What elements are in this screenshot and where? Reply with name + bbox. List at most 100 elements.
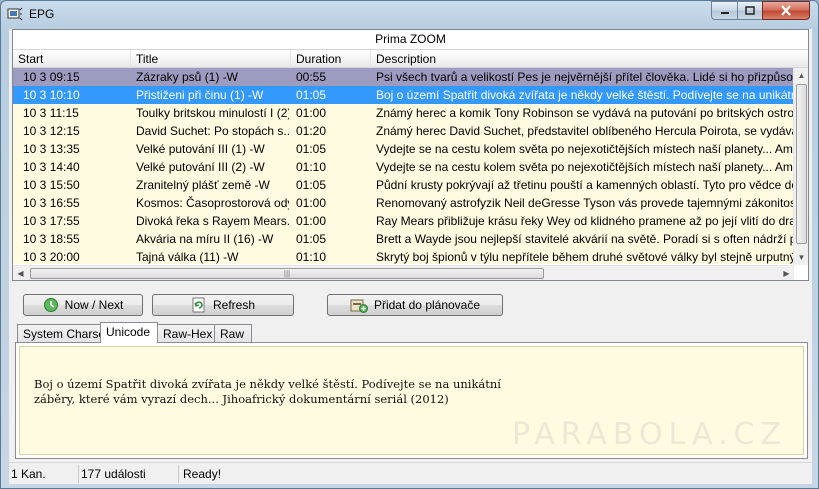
watermark: PARABOLA.CZ <box>512 417 787 452</box>
window-title: EPG <box>29 7 55 21</box>
cell-description: Ray Mears přibližuje krásu řeky Wey od k… <box>376 214 794 228</box>
table-row[interactable]: 10 3 17:55 Divoká řeka s Rayem Mears... 01… <box>13 212 794 230</box>
add-to-planner-label: Přidat do plánovače <box>373 298 481 312</box>
cell-duration: 01:00 <box>296 214 327 228</box>
status-channels: 1 Kan. <box>9 465 79 483</box>
vertical-scrollbar[interactable]: ▲ ▼ <box>793 68 808 265</box>
table-row[interactable]: 10 3 14:40 Velké putování III (2) -W 01:10… <box>13 158 794 176</box>
channel-header: Prima ZOOM <box>13 30 808 49</box>
cell-start: 10 3 16:55 <box>23 196 80 210</box>
cell-start: 10 3 13:35 <box>23 142 80 156</box>
cell-duration: 01:10 <box>296 250 327 264</box>
refresh-icon <box>192 297 205 313</box>
status-message: Ready! <box>183 467 222 481</box>
cell-duration: 01:05 <box>296 88 327 102</box>
tab-raw[interactable]: Raw <box>214 324 252 343</box>
scroll-up-icon[interactable]: ▲ <box>794 68 808 83</box>
table-row[interactable]: 10 3 10:10 Přistiženi při činu (1) -W 01:0… <box>13 86 794 104</box>
scroll-down-icon[interactable]: ▼ <box>794 250 808 265</box>
cell-title: Velké putování III (2) -W <box>136 160 265 174</box>
column-header-start[interactable]: Start <box>13 50 131 68</box>
close-button[interactable] <box>762 1 810 20</box>
table-row[interactable]: 10 3 20:00 Tajná válka (11) -W 01:10 Skrytý… <box>13 248 794 264</box>
cell-description: Boj o území Spatřit divoká zvířata je ně… <box>376 88 794 102</box>
cell-duration: 00:55 <box>296 70 327 84</box>
cell-title: Akvária na míru II (16) -W <box>136 232 274 246</box>
now-next-label: Now / Next <box>64 298 124 312</box>
close-icon <box>781 5 791 16</box>
clock-arrow-icon <box>43 298 58 312</box>
scroll-right-icon[interactable]: ▶ <box>779 266 794 280</box>
cell-start: 10 3 17:55 <box>23 214 80 228</box>
cell-title: Divoká řeka s Rayem Mears... <box>136 214 289 228</box>
table-row[interactable]: 10 3 18:55 Akvária na míru II (16) -W 01:0… <box>13 230 794 248</box>
table-row[interactable]: 10 3 13:35 Velké putování III (1) -W 01:05… <box>13 140 794 158</box>
cell-title: Velké putování III (1) -W <box>136 142 265 156</box>
cell-description: Renomovaný astrofyzik Neil deGresse Tyso… <box>376 196 794 210</box>
column-header-description[interactable]: Description <box>371 50 808 68</box>
tab-raw-hex[interactable]: Raw-Hex <box>157 324 215 343</box>
cell-title: David Suchet: Po stopách s... <box>136 124 289 138</box>
refresh-label: Refresh <box>212 298 256 312</box>
horizontal-scrollbar[interactable]: ◀ ||| ▶ <box>13 265 794 280</box>
minimize-button[interactable] <box>711 1 738 20</box>
cell-duration: 01:05 <box>296 178 327 192</box>
epg-grid: Prima ZOOM Start Title Duration Descript… <box>12 29 809 281</box>
now-next-button[interactable]: Now / Next <box>23 294 143 316</box>
cell-description: Půdní krusty pokrývají až třetinu pouští… <box>376 178 794 192</box>
cell-title: Toulky britskou minulostí I (2)... <box>136 106 289 120</box>
event-list: 10 3 09:15 Zázraky psů (1) -W 00:55 Psi vše… <box>13 68 794 264</box>
scroll-left-icon[interactable]: ◀ <box>13 266 28 280</box>
cell-duration: 01:20 <box>296 124 327 138</box>
cell-description: Psi všech tvarů a velikostí Pes je nejvě… <box>376 70 794 84</box>
cell-start: 10 3 15:50 <box>23 178 80 192</box>
title-bar[interactable]: EPG <box>1 1 818 27</box>
column-header-title[interactable]: Title <box>131 50 291 68</box>
refresh-button[interactable]: Refresh <box>152 294 294 316</box>
client-area: Prima ZOOM Start Title Duration Descript… <box>9 29 812 484</box>
vertical-scroll-thumb[interactable] <box>796 84 807 244</box>
cell-duration: 01:10 <box>296 160 327 174</box>
column-header-duration[interactable]: Duration <box>291 50 371 68</box>
cell-description: Skrytý boj špionů v týlu nepřítele během… <box>376 250 794 264</box>
minimize-icon <box>720 11 729 14</box>
description-textbox[interactable]: Boj o území Spatřit divoká zvířata je ně… <box>19 346 804 455</box>
cell-title: Přistiženi při činu (1) -W <box>136 88 264 102</box>
cell-description: Vydejte se na cestu kolem světa po nejex… <box>376 160 794 174</box>
cell-start: 10 3 18:55 <box>23 232 80 246</box>
cell-start: 10 3 14:40 <box>23 160 80 174</box>
cell-description: Známý herec a komik Tony Robinson se vyd… <box>376 106 794 120</box>
cell-start: 10 3 09:15 <box>23 70 80 84</box>
column-headers: Start Title Duration Description <box>13 49 808 68</box>
cell-duration: 01:05 <box>296 232 327 246</box>
cell-description: Známý herec David Suchet, představitel o… <box>376 124 794 138</box>
horizontal-scroll-thumb[interactable]: ||| <box>30 268 544 279</box>
maximize-icon <box>745 6 755 15</box>
add-to-planner-button[interactable]: Přidat do plánovače <box>327 294 503 316</box>
status-events: 177 události <box>79 465 179 483</box>
tab-panel: Boj o území Spatřit divoká zvířata je ně… <box>15 342 808 459</box>
cell-title: Zranitelný plášť země -W <box>136 178 270 192</box>
cell-duration: 01:00 <box>296 106 327 120</box>
cell-duration: 01:05 <box>296 142 327 156</box>
tab-system-charset[interactable]: System Charset <box>17 324 108 343</box>
table-row[interactable]: 10 3 16:55 Kosmos: Časoprostorová ody... 0… <box>13 194 794 212</box>
cell-description: Brett a Wayde jsou nejlepší stavitelé ak… <box>376 232 794 246</box>
tab-unicode[interactable]: Unicode <box>100 322 158 343</box>
planner-add-icon <box>350 299 368 313</box>
cell-description: Vydejte se na cestu kolem světa po nejex… <box>376 142 794 156</box>
table-row[interactable]: 10 3 15:50 Zranitelný plášť země -W 01:05 P… <box>13 176 794 194</box>
status-bar: 1 Kan. 177 události Ready! <box>9 462 812 484</box>
cell-start: 10 3 11:15 <box>23 106 79 120</box>
table-row[interactable]: 10 3 09:15 Zázraky psů (1) -W 00:55 Psi vše… <box>13 68 794 86</box>
cell-start: 10 3 20:00 <box>23 250 80 264</box>
cell-title: Kosmos: Časoprostorová ody... <box>136 196 289 210</box>
epg-window: EPG Prima ZOOM Start Title Duration Desc… <box>0 0 819 489</box>
table-row[interactable]: 10 3 12:15 David Suchet: Po stopách s... 0… <box>13 122 794 140</box>
cell-duration: 01:00 <box>296 196 327 210</box>
cell-title: Zázraky psů (1) -W <box>136 70 239 84</box>
maximize-button[interactable] <box>737 1 763 20</box>
table-row[interactable]: 10 3 11:15 Toulky britskou minulostí I (2… <box>13 104 794 122</box>
description-text: Boj o území Spatřit divoká zvířata je ně… <box>34 377 501 406</box>
cell-title: Tajná válka (11) -W <box>136 250 239 264</box>
